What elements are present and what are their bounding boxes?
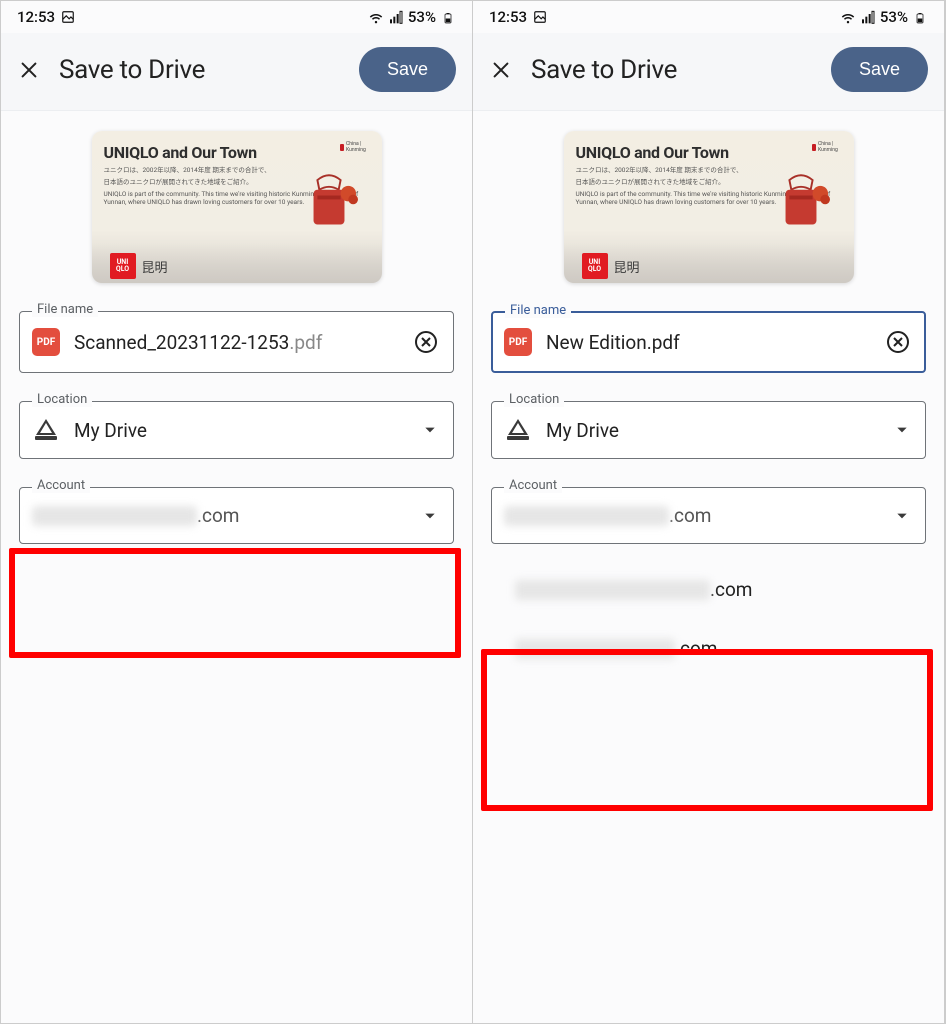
location-value: My Drive: [546, 419, 879, 442]
chevron-down-icon: [895, 423, 909, 437]
drive-icon: [504, 418, 532, 442]
screenshot-right: 12:53 53% Save to Drive Save: [473, 1, 945, 1023]
clear-circle-icon: [414, 330, 438, 354]
account-label: Account: [504, 478, 562, 493]
clear-filename-button[interactable]: [413, 329, 439, 355]
bag-illustration: [772, 171, 830, 251]
pdf-icon: PDF: [32, 328, 60, 356]
page-title: Save to Drive: [531, 55, 813, 85]
account-option[interactable]: .com: [491, 560, 926, 619]
town-name: 昆明: [142, 257, 168, 276]
account-field[interactable]: Account .com: [491, 487, 926, 544]
uniqlo-badge: UNI QLO: [582, 253, 608, 279]
file-name-input[interactable]: Scanned_20231122-1253.pdf: [74, 331, 399, 354]
document-preview: China | Kunming UNIQLO and Our Town ユニクロ…: [564, 131, 854, 283]
header: Save to Drive Save: [473, 33, 944, 111]
chevron-down-icon: [895, 509, 909, 523]
close-button[interactable]: [17, 58, 41, 82]
signal-icon: [388, 10, 402, 24]
status-bar: 12:53 53%: [473, 1, 944, 33]
clear-circle-icon: [886, 330, 910, 354]
wifi-icon: [840, 10, 854, 24]
chevron-down-icon: [423, 509, 437, 523]
file-name-field[interactable]: File name PDF New Edition.pdf: [491, 311, 926, 373]
poster-title: UNIQLO and Our Town: [104, 143, 370, 162]
media-icon: [533, 10, 547, 24]
battery-label: 53%: [408, 8, 436, 26]
media-icon: [61, 10, 75, 24]
location-value: My Drive: [74, 419, 407, 442]
location-field[interactable]: Location My Drive: [491, 401, 926, 459]
time-label: 12:53: [489, 8, 527, 26]
header: Save to Drive Save: [1, 33, 472, 111]
location-field[interactable]: Location My Drive: [19, 401, 454, 459]
uniqlo-badge: UNI QLO: [110, 253, 136, 279]
account-dropdown-list: .com .com: [491, 554, 926, 684]
bag-illustration: [300, 171, 358, 251]
document-preview: China | Kunming UNIQLO and Our Town ユニクロ…: [92, 131, 382, 283]
clear-filename-button[interactable]: [885, 329, 911, 355]
location-dropdown-arrow[interactable]: [893, 421, 911, 439]
close-icon: [490, 59, 512, 81]
drive-icon: [32, 418, 60, 442]
account-field[interactable]: Account .com: [19, 487, 454, 544]
chevron-down-icon: [423, 423, 437, 437]
account-dropdown-arrow[interactable]: [893, 507, 911, 525]
battery-label: 53%: [880, 8, 908, 26]
file-name-input[interactable]: New Edition.pdf: [546, 331, 871, 354]
close-icon: [18, 59, 40, 81]
account-value: .com: [504, 504, 879, 527]
town-name: 昆明: [614, 257, 640, 276]
file-name-field[interactable]: File name PDF Scanned_20231122-1253.pdf: [19, 311, 454, 373]
location-label: Location: [504, 392, 564, 407]
file-name-label: File name: [32, 302, 98, 317]
wifi-icon: [368, 10, 382, 24]
account-dropdown-arrow[interactable]: [421, 507, 439, 525]
screenshot-left: 12:53 53% Save to Drive Save: [1, 1, 473, 1023]
pdf-icon: PDF: [504, 328, 532, 356]
battery-icon: [442, 10, 456, 24]
battery-icon: [914, 10, 928, 24]
save-button[interactable]: Save: [359, 47, 456, 92]
time-label: 12:53: [17, 8, 55, 26]
location-label: Location: [32, 392, 92, 407]
account-option[interactable]: .com: [491, 619, 926, 678]
location-dropdown-arrow[interactable]: [421, 421, 439, 439]
account-value: .com: [32, 504, 407, 527]
save-button[interactable]: Save: [831, 47, 928, 92]
close-button[interactable]: [489, 58, 513, 82]
account-label: Account: [32, 478, 90, 493]
signal-icon: [860, 10, 874, 24]
poster-title: UNIQLO and Our Town: [576, 143, 842, 162]
page-title: Save to Drive: [59, 55, 341, 85]
status-bar: 12:53 53%: [1, 1, 472, 33]
file-name-label: File name: [505, 303, 571, 318]
